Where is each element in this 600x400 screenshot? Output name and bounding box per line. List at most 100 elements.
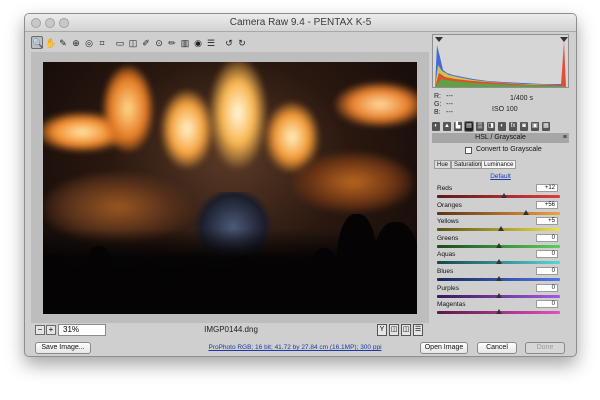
straighten-tool-icon[interactable]: ▭ (114, 36, 126, 49)
slider-value-field[interactable]: 0 (536, 250, 558, 259)
slider-value-field[interactable]: +56 (536, 200, 558, 209)
slider-label: Purples (437, 284, 460, 292)
slider-reds: Reds +12 (432, 184, 569, 202)
graduated-filter-icon[interactable]: ▥ (179, 36, 191, 49)
slider-thumb[interactable] (495, 242, 502, 248)
slider-thumb[interactable] (495, 292, 502, 298)
tab-saturation[interactable]: Saturation (451, 160, 485, 169)
slider-track[interactable] (437, 211, 560, 215)
panel-tab-strip: ◐ ▲ ▙ ▤ ▒ ◨ ◐ fx ◙ ▣ ▦ (432, 120, 569, 132)
hsl-subtabs: Hue Saturation Luminance (432, 160, 569, 170)
shadow-clipping-icon[interactable] (435, 37, 443, 42)
done-button[interactable]: Done (525, 342, 565, 354)
slider-purples: Purples 0 (432, 283, 569, 302)
slider-aquas: Aquas 0 (432, 250, 569, 268)
zoom-in-button[interactable]: + (46, 325, 56, 335)
zoom-tool-icon[interactable]: 🔍 (31, 36, 43, 49)
camera-raw-window: Camera Raw 9.4 - PENTAX K-5 🔍 ✋ ✎ ⊕ ◎ ⌗ ▭ ◫ ✐ ⊙ ✏ ▥… (24, 13, 577, 357)
slider-label: Reds (437, 185, 453, 192)
slider-thumb[interactable] (522, 209, 529, 215)
lens-corrections-tab-icon[interactable]: ◐ (498, 121, 506, 131)
view-mode-b-button[interactable]: ◫ (401, 324, 411, 336)
toolbar-separator (218, 37, 222, 49)
slider-blues: Blues 0 (432, 266, 569, 285)
radial-filter-icon[interactable]: ◉ (192, 36, 204, 49)
r-label: R: (434, 93, 441, 100)
slider-label: Magentas (437, 301, 466, 309)
slider-thumb[interactable] (501, 193, 508, 198)
spot-removal-tool-icon[interactable]: ✐ (140, 36, 152, 49)
targeted-adjustment-tool-icon[interactable]: ◎ (83, 36, 95, 49)
panel-title: HSL / Grayscale ≡ (432, 133, 569, 143)
preview-image[interactable] (43, 62, 417, 314)
slider-label: Greens (437, 234, 459, 242)
hand-tool-icon[interactable]: ✋ (44, 36, 56, 49)
cancel-button[interactable]: Cancel (477, 342, 517, 354)
slider-value-field[interactable]: +5 (536, 217, 558, 226)
slider-value-field[interactable]: +12 (536, 184, 558, 192)
effects-tab-icon[interactable]: fx (509, 121, 517, 131)
panel-title-text: HSL / Grayscale (475, 134, 526, 141)
color-sampler-tool-icon[interactable]: ⊕ (70, 36, 82, 49)
tone-curve-tab-icon[interactable]: ▲ (443, 121, 451, 131)
slider-yellows: Yellows +5 (432, 217, 569, 235)
slider-thumb[interactable] (495, 309, 502, 315)
slider-value-field[interactable]: 0 (536, 233, 558, 242)
slider-magentas: Magentas 0 (432, 300, 569, 318)
view-mode-a-button[interactable]: ◫ (389, 324, 399, 336)
snapshots-tab-icon[interactable]: ▦ (542, 121, 550, 131)
grayscale-option: Convert to Grayscale (432, 146, 569, 156)
zoom-out-button[interactable]: − (35, 325, 45, 335)
slider-value-field[interactable]: 0 (536, 266, 558, 275)
title-bar: Camera Raw 9.4 - PENTAX K-5 (25, 14, 576, 32)
rotate-right-icon[interactable]: ↻ (236, 36, 248, 49)
convert-grayscale-checkbox[interactable] (465, 147, 472, 154)
rotate-left-icon[interactable]: ↺ (223, 36, 235, 49)
highlight-clipping-icon[interactable] (560, 37, 568, 42)
status-bar: − + 31% IMGP0144.dng Y ◫ ◫ ☰ (31, 323, 429, 339)
workflow-options-link[interactable]: ProPhoto RGB; 16 bit; 41.72 by 27.84 cm … (195, 344, 395, 351)
slider-value-field[interactable]: 0 (536, 300, 558, 309)
slider-thumb[interactable] (495, 259, 502, 265)
view-settings-button[interactable]: ☰ (413, 324, 423, 336)
crop-tool-icon[interactable]: ⌗ (96, 36, 108, 49)
slider-label: Blues (437, 267, 454, 275)
preferences-icon[interactable]: ☰ (205, 36, 217, 49)
slider-thumb[interactable] (495, 275, 502, 281)
presets-tab-icon[interactable]: ▣ (531, 121, 539, 131)
slider-label: Oranges (437, 201, 462, 209)
save-image-button[interactable]: Save Image... (35, 342, 91, 354)
basic-tab-icon[interactable]: ◐ (432, 121, 440, 131)
histogram (432, 34, 569, 88)
transform-tool-icon[interactable]: ◫ (127, 36, 139, 49)
before-after-toggle-button[interactable]: Y (377, 324, 387, 336)
tab-hue[interactable]: Hue (434, 160, 452, 169)
default-link[interactable]: Default (432, 173, 569, 180)
detail-tab-icon[interactable]: ▙ (454, 121, 462, 131)
slider-label: Aquas (437, 251, 456, 259)
dialog-buttons-bar: Save Image... ProPhoto RGB; 16 bit; 41.7… (25, 340, 576, 356)
slider-oranges: Oranges +56 (432, 200, 569, 219)
filename-label: IMGP0144.dng (204, 325, 258, 334)
open-image-button[interactable]: Open Image (420, 342, 468, 354)
camera-calibration-tab-icon[interactable]: ◙ (520, 121, 528, 131)
toolbar-separator (109, 37, 113, 49)
r-value: --- (446, 93, 453, 100)
split-toning-tab-icon[interactable]: ▒ (476, 121, 484, 131)
zoom-level-select[interactable]: 31% (58, 324, 106, 336)
tool-bar: 🔍 ✋ ✎ ⊕ ◎ ⌗ ▭ ◫ ✐ ⊙ ✏ ▥ ◉ ☰ ↺ ↻ (31, 34, 449, 51)
panel-menu-icon[interactable]: ≡ (563, 133, 567, 143)
slider-track[interactable] (437, 195, 560, 198)
image-preview-area (31, 52, 429, 323)
lens-tab-icon[interactable]: ◨ (487, 121, 495, 131)
slider-thumb[interactable] (497, 226, 504, 232)
convert-grayscale-label[interactable]: Convert to Grayscale (476, 146, 542, 153)
hsl-tab-icon[interactable]: ▤ (464, 120, 474, 132)
red-eye-tool-icon[interactable]: ⊙ (153, 36, 165, 49)
b-value: --- (446, 109, 453, 116)
g-label: G: (434, 101, 442, 108)
slider-value-field[interactable]: 0 (536, 283, 558, 292)
white-balance-tool-icon[interactable]: ✎ (57, 36, 69, 49)
tab-luminance[interactable]: Luminance (481, 160, 517, 169)
adjustment-brush-icon[interactable]: ✏ (166, 36, 178, 49)
